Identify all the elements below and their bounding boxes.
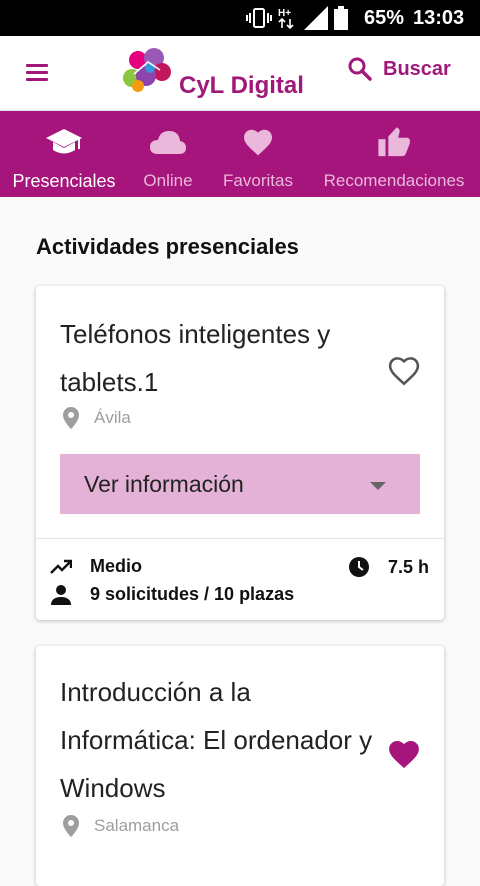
- battery-percent: 65%: [364, 7, 405, 29]
- clock-icon: [349, 557, 369, 577]
- ver-informacion-button[interactable]: Ver información: [60, 454, 420, 514]
- activity-title[interactable]: Introducción a la Informática: El ordena…: [60, 668, 372, 812]
- activity-level: Medio: [50, 556, 142, 577]
- vibrate-icon: [246, 8, 272, 28]
- status-bar: H+ 65% 13:03: [0, 0, 480, 36]
- thumbs-up-icon: [378, 127, 410, 157]
- favorite-outline-icon[interactable]: [387, 355, 421, 387]
- activity-title-line: Windows: [60, 773, 166, 803]
- network-type-icon: H+: [278, 8, 294, 30]
- tab-label: Favoritas: [223, 171, 293, 190]
- network-type-label: H+: [278, 8, 291, 19]
- tab-presenciales[interactable]: Presenciales: [0, 111, 128, 197]
- search-button[interactable]: Buscar: [347, 56, 451, 82]
- app-title: CyL Digital: [179, 72, 304, 99]
- location-label: Ávila: [94, 408, 131, 427]
- cloud-icon: [150, 131, 186, 154]
- favorite-filled-icon[interactable]: [387, 738, 421, 770]
- menu-icon-line: [26, 64, 48, 67]
- activity-title-line: Informática: El ordenador y: [60, 725, 373, 755]
- clock: 13:03: [413, 7, 465, 29]
- tab-online[interactable]: Online: [128, 111, 208, 197]
- duration-label: 7.5 h: [388, 556, 430, 577]
- tab-bar: Presenciales Online Favoritas Recomendac…: [0, 111, 480, 197]
- tab-favoritas[interactable]: Favoritas: [208, 111, 308, 197]
- activity-location: Salamanca: [62, 814, 179, 838]
- location-pin-icon: [63, 407, 79, 429]
- level-label: Medio: [90, 556, 142, 576]
- tab-label: Recomendaciones: [323, 171, 465, 190]
- card-divider: [36, 538, 444, 539]
- battery-icon: [334, 6, 348, 30]
- cyl-digital-logo: [123, 48, 171, 92]
- trending-up-icon: [50, 559, 72, 574]
- activity-title-line: Teléfonos inteligentes y: [60, 319, 331, 349]
- activity-card: Teléfonos inteligentes y tablets.1 Ávila…: [36, 286, 444, 620]
- search-icon: [348, 57, 372, 81]
- heart-icon: [244, 129, 272, 156]
- activity-title-line: tablets.1: [60, 367, 159, 397]
- ver-informacion-label: Ver información: [84, 470, 244, 497]
- tab-label: Online: [143, 171, 193, 190]
- app-bar: CyL Digital Buscar: [0, 36, 480, 111]
- menu-icon-line: [26, 71, 48, 74]
- graduation-cap-icon: [46, 129, 82, 154]
- requests-label: 9 solicitudes / 10 plazas: [90, 584, 295, 604]
- section-title: Actividades presenciales: [36, 234, 299, 259]
- caret-down-icon: [370, 482, 386, 490]
- person-icon: [51, 584, 71, 605]
- activity-requests: 9 solicitudes / 10 plazas: [50, 584, 294, 605]
- signal-icon: [304, 6, 328, 30]
- tab-label: Presenciales: [12, 171, 116, 191]
- location-pin-icon: [63, 815, 79, 837]
- search-label: Buscar: [383, 57, 451, 80]
- activity-card: Introducción a la Informática: El ordena…: [36, 646, 444, 886]
- activity-title-line: Introducción a la: [60, 677, 251, 707]
- activity-title[interactable]: Teléfonos inteligentes y tablets.1: [60, 310, 330, 406]
- menu-button[interactable]: [26, 60, 54, 88]
- activity-duration: 7.5 h: [348, 556, 429, 578]
- activity-location: Ávila: [62, 406, 131, 430]
- tab-recomendaciones[interactable]: Recomendaciones: [308, 111, 480, 197]
- menu-icon-line: [26, 78, 48, 81]
- status-icons: H+: [246, 6, 348, 30]
- location-label: Salamanca: [94, 816, 180, 835]
